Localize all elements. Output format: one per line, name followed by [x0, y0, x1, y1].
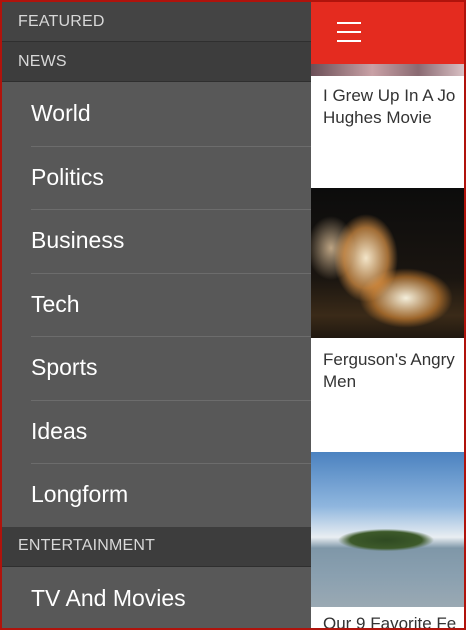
hamburger-menu-icon[interactable] [337, 22, 361, 42]
section-header-news[interactable]: NEWS [2, 42, 311, 82]
nav-item-sports[interactable]: Sports [2, 336, 311, 400]
navigation-drawer: FEATURED NEWS World Politics Business Te… [2, 2, 311, 628]
article-feed: I Grew Up In A Jo Hughes Movie Ferguson'… [311, 2, 464, 628]
nav-item-tv-and-movies[interactable]: TV And Movies [2, 567, 311, 629]
article-title-line: Men [323, 372, 357, 391]
article-image[interactable] [311, 452, 464, 607]
article-card[interactable]: Our 9 Favorite Fe [311, 607, 464, 628]
article-title-line: Our 9 Favorite Fe [323, 614, 457, 628]
app-frame: I Grew Up In A Jo Hughes Movie Ferguson'… [2, 2, 464, 628]
article-image[interactable] [311, 64, 464, 76]
article-title-line: I Grew Up In A Jo [323, 86, 456, 105]
nav-item-world[interactable]: World [2, 82, 311, 146]
nav-item-business[interactable]: Business [2, 209, 311, 273]
nav-item-politics[interactable]: Politics [2, 145, 311, 210]
top-app-bar [311, 2, 464, 64]
section-header-featured[interactable]: FEATURED [2, 2, 311, 42]
section-header-entertainment[interactable]: ENTERTAINMENT [2, 526, 311, 567]
article-title-line: Ferguson's Angry [323, 350, 455, 369]
article-title-line: Hughes Movie [323, 108, 432, 127]
nav-item-longform[interactable]: Longform [2, 463, 311, 527]
article-image[interactable] [311, 188, 464, 338]
nav-item-tech[interactable]: Tech [2, 272, 311, 337]
article-card[interactable]: I Grew Up In A Jo Hughes Movie [311, 76, 464, 188]
article-card[interactable]: Ferguson's Angry Men [311, 338, 464, 452]
nav-item-ideas[interactable]: Ideas [2, 399, 311, 464]
entertainment-nav-list: TV And Movies [2, 567, 311, 629]
news-nav-list: World Politics Business Tech Sports Idea… [2, 82, 311, 527]
